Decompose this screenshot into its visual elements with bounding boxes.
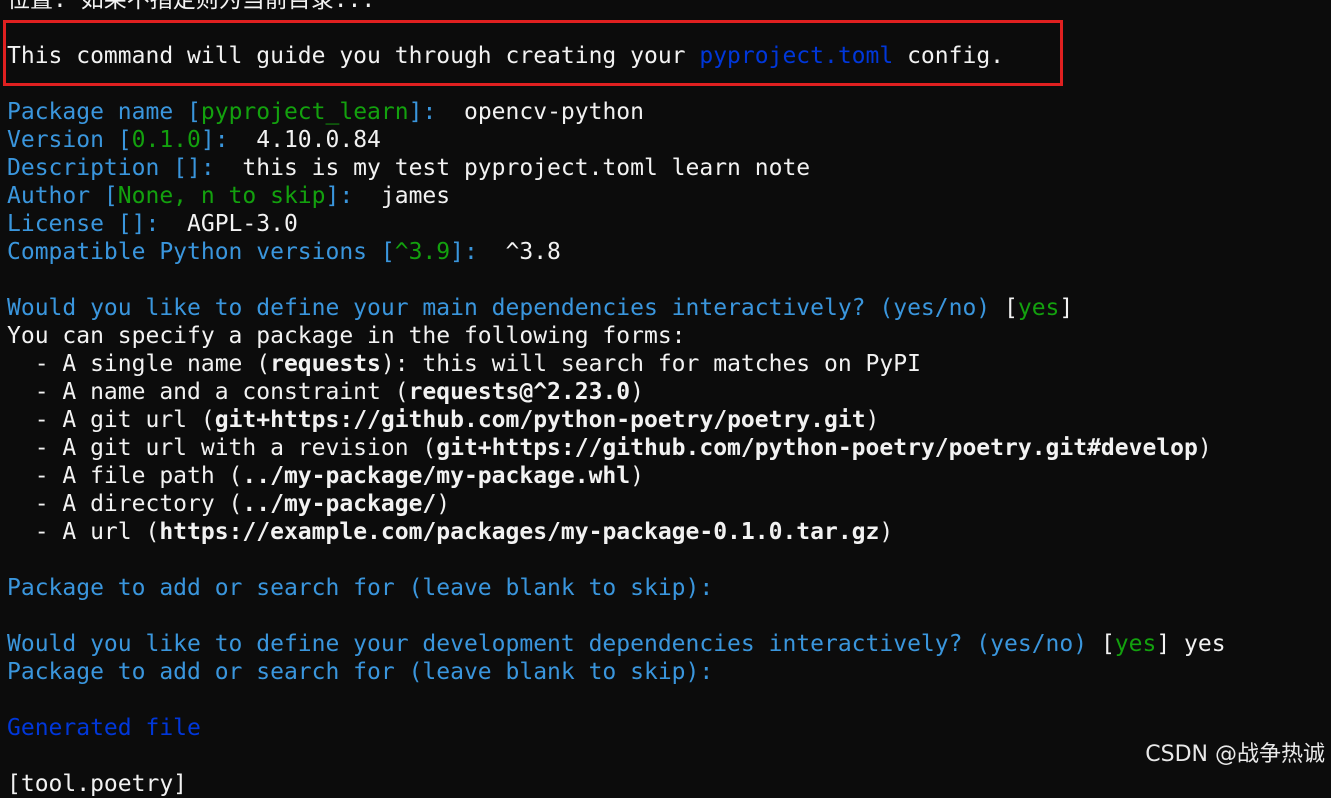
terminal-text: Package to add or search for (leave blan… [7,575,714,601]
terminal-text: https://example.com/packages/my-package-… [159,519,880,545]
terminal-line: Would you like to define your main depen… [7,294,1327,322]
terminal-text: this is my test pyproject.toml learn not… [242,155,811,181]
terminal-text: - A file path ( [7,463,243,489]
terminal-text: Compatible Python versions [ [7,239,395,265]
terminal-text: ]: [450,239,506,265]
terminal-text: Would you like to define your developmen… [7,631,1101,657]
terminal-line: You can specify a package in the followi… [7,322,1327,350]
terminal-text: ): this will search for matches on PyPI [380,351,921,377]
terminal-text: yes [1114,631,1157,657]
terminal-text: opencv-python [463,99,644,125]
terminal-text: ] [1059,295,1074,321]
terminal-line: Author [None, n to skip]: james [7,182,1327,210]
terminal-line: 位置: 如果不指定则为当前目录... [7,0,1327,14]
terminal-text: Version [ [7,127,132,153]
terminal-text: ^3.9 [394,239,451,265]
terminal-text: requests@^2.23.0 [408,379,631,405]
terminal-text: ) [1197,435,1212,461]
terminal-text: ) [630,463,644,489]
terminal-line: Description []: this is my test pyprojec… [7,154,1327,182]
terminal-text: ) [436,491,451,517]
terminal-text: - A git url ( [7,407,215,433]
terminal-text: [ [1004,295,1018,321]
terminal-text: Package to add or search for (leave blan… [7,659,714,685]
terminal-text: 0.1.0 [131,127,201,153]
terminal-line: - A file path (../my-package/my-package.… [7,462,1327,490]
terminal-text: git+https://github.com/python-poetry/poe… [214,407,866,433]
terminal-line: - A git url (git+https://github.com/pyth… [7,406,1327,434]
terminal-text: Author [ [7,183,118,209]
watermark: CSDN @战争热诚 [1145,742,1325,767]
terminal-text: ^3.8 [505,239,561,265]
terminal-line: - A url (https://example.com/packages/my… [7,518,1327,546]
terminal-text: ) [879,519,894,545]
terminal-text: ../my-package/my-package.whl [242,463,631,489]
terminal-text: - A name and a constraint ( [7,379,409,405]
terminal-text: ]: [408,99,464,125]
terminal-text: ]: [200,127,257,153]
terminal-line: License []: AGPL-3.0 [7,210,1327,238]
terminal-text: [ [1100,631,1115,657]
terminal-text: 位置: 如果不指定则为当前目录... [7,0,376,13]
terminal-line: Compatible Python versions [^3.9]: ^3.8 [7,238,1327,266]
terminal-text: git+https://github.com/python-poetry/poe… [436,435,1198,461]
terminal-line: - A git url with a revision (git+https:/… [7,434,1327,462]
terminal-text: Description []: [7,155,243,181]
highlight-box [3,20,1063,86]
terminal-text: ] [1156,631,1185,657]
terminal-line: Generated file [7,714,1327,742]
terminal-text: james [380,183,451,209]
terminal-line: Would you like to define your developmen… [7,630,1327,658]
terminal-text: Package name [ [7,99,201,125]
terminal-text: yes [1017,295,1060,321]
terminal-text: requests [270,351,381,377]
terminal-text: yes [1184,631,1226,657]
terminal-text: License []: [7,211,188,237]
terminal-text: ../my-package/ [242,491,437,517]
terminal-text: [tool.poetry] [7,771,188,797]
terminal-text: ) [630,379,644,405]
terminal-text: pyproject_learn [200,99,409,125]
terminal-line: - A name and a constraint (requests@^2.2… [7,378,1327,406]
terminal-text: - A url ( [7,519,160,545]
terminal-text: ]: [325,183,381,209]
terminal-text: You can specify a package in the followi… [7,323,686,349]
terminal-text: - A directory ( [7,491,243,517]
terminal-text: None, n to skip [117,183,326,209]
terminal-line: Package to add or search for (leave blan… [7,658,1327,686]
terminal-line: - A directory (../my-package/) [7,490,1327,518]
terminal-text: 4.10.0.84 [256,127,381,153]
terminal-text: Would you like to define your main depen… [7,295,1004,321]
terminal-text: Generated file [7,715,201,741]
terminal-line: [tool.poetry] [7,770,1327,798]
terminal-text: - A single name ( [7,351,271,377]
terminal-text: ) [865,407,880,433]
terminal-text: AGPL-3.0 [187,211,298,237]
terminal-line: Version [0.1.0]: 4.10.0.84 [7,126,1327,154]
terminal-line: Package to add or search for (leave blan… [7,574,1327,602]
terminal-output: 位置: 如果不指定则为当前目录... This command will guid… [7,0,1327,798]
terminal-line: - A single name (requests): this will se… [7,350,1327,378]
terminal-text: - A git url with a revision ( [7,435,437,461]
terminal-line: Package name [pyproject_learn]: opencv-p… [7,98,1327,126]
